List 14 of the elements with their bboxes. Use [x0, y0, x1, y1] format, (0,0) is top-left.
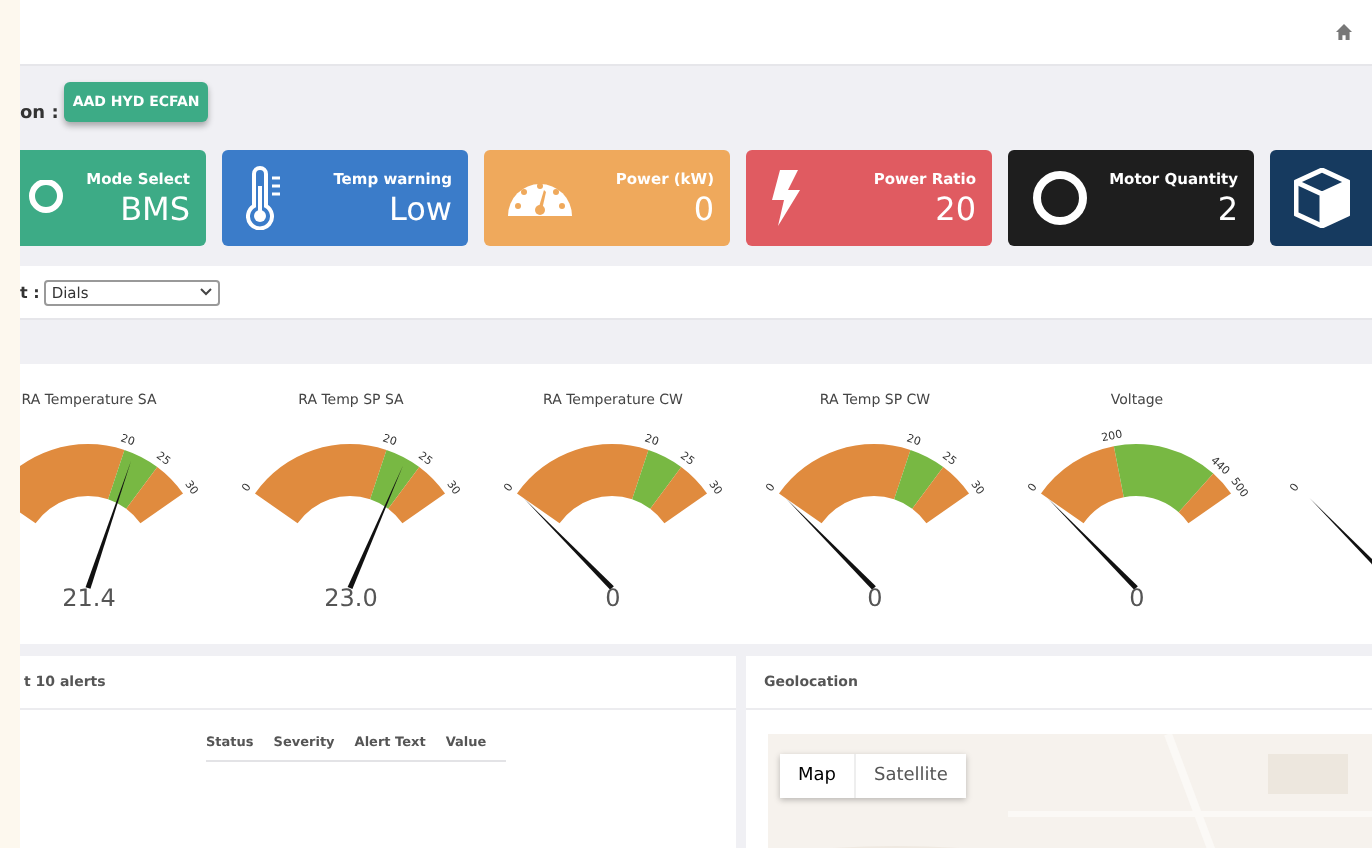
card-value: 2: [1217, 189, 1238, 227]
gauge-value: 0: [867, 584, 883, 616]
toolbar-label: on :: [20, 104, 59, 124]
gauge-value: 0: [605, 584, 621, 616]
view-label: t :: [20, 283, 40, 301]
map-type-tab[interactable]: Map: [780, 754, 854, 798]
card-value: 0: [693, 189, 714, 227]
card-value: 20: [935, 189, 976, 227]
gauge-value: 21.4: [62, 584, 116, 616]
card-value: Low: [388, 189, 452, 227]
gauge-value: 23.0: [324, 584, 378, 616]
card-value: BMS: [120, 189, 190, 227]
map-type-tab[interactable]: Satellite: [854, 754, 966, 798]
gauge-value: 0: [1129, 584, 1145, 616]
